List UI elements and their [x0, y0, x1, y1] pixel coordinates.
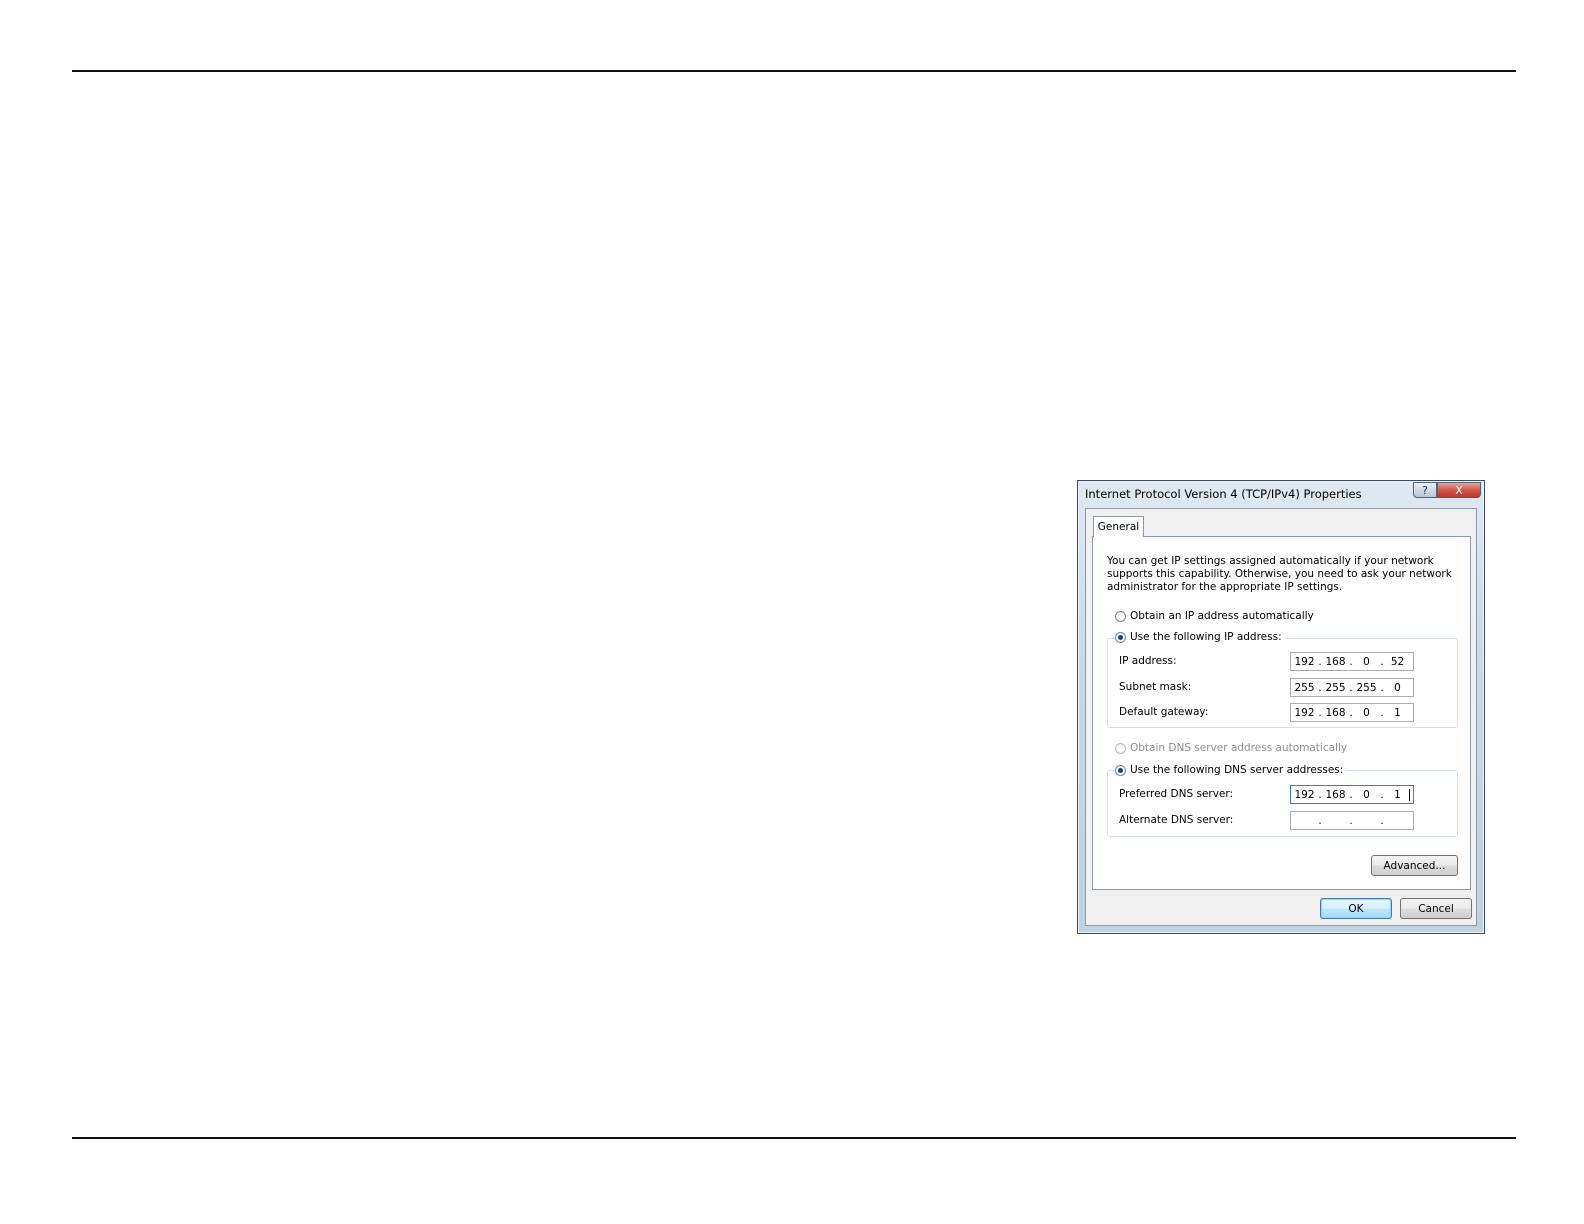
- use-dns-manual-label: Use the following DNS server addresses:: [1130, 764, 1344, 776]
- use-dns-manual-option[interactable]: Use the following DNS server addresses:: [1115, 764, 1347, 776]
- pdns-octet-4: 1: [1394, 788, 1401, 801]
- bottom-rule: [72, 1137, 1516, 1139]
- advanced-button[interactable]: Advanced...: [1371, 855, 1458, 876]
- gw-octet-4: 1: [1394, 706, 1401, 719]
- use-ip-manual-radio[interactable]: [1115, 631, 1126, 643]
- preferred-dns-input[interactable]: 192. 168. 0. 1: [1290, 785, 1414, 804]
- ip-octet-1: 192: [1294, 655, 1315, 668]
- gw-octet-2: 168: [1325, 706, 1346, 719]
- use-dns-manual-radio[interactable]: [1115, 764, 1126, 776]
- obtain-ip-auto-option[interactable]: Obtain an IP address automatically: [1115, 610, 1317, 622]
- ok-button[interactable]: OK: [1320, 898, 1392, 919]
- alternate-dns-input[interactable]: . . .: [1290, 811, 1414, 830]
- dialog-body: General You can get IP settings assigned…: [1085, 508, 1477, 926]
- dot-separator: .: [1380, 814, 1384, 827]
- default-gateway-label: Default gateway:: [1119, 706, 1209, 718]
- description-text: You can get IP settings assigned automat…: [1107, 555, 1452, 593]
- dot-separator: .: [1318, 814, 1322, 827]
- ip-octet-3: 0: [1363, 655, 1370, 668]
- gw-octet-3: 0: [1363, 706, 1370, 719]
- alternate-dns-label: Alternate DNS server:: [1119, 814, 1234, 826]
- help-icon: ?: [1422, 483, 1428, 497]
- gw-octet-1: 192: [1294, 706, 1315, 719]
- mask-octet-2: 255: [1325, 681, 1346, 694]
- subnet-mask-input[interactable]: 255. 255. 255. 0: [1290, 678, 1414, 697]
- use-ip-manual-option[interactable]: Use the following IP address:: [1115, 631, 1285, 643]
- subnet-mask-label: Subnet mask:: [1119, 681, 1192, 693]
- obtain-ip-auto-radio[interactable]: [1115, 610, 1126, 622]
- ip-address-label: IP address:: [1119, 655, 1177, 667]
- obtain-dns-auto-label: Obtain DNS server address automatically: [1130, 742, 1348, 754]
- tab-general[interactable]: General: [1093, 516, 1144, 537]
- obtain-dns-auto-radio[interactable]: [1115, 742, 1126, 754]
- top-rule: [72, 70, 1516, 72]
- text-caret: [1409, 788, 1410, 801]
- help-button[interactable]: ?: [1413, 482, 1437, 498]
- obtain-dns-auto-option[interactable]: Obtain DNS server address automatically: [1115, 742, 1351, 754]
- dialog-title: Internet Protocol Version 4 (TCP/IPv4) P…: [1085, 487, 1362, 501]
- mask-octet-4: 0: [1394, 681, 1401, 694]
- pdns-octet-3: 0: [1363, 788, 1370, 801]
- ip-octet-2: 168: [1325, 655, 1346, 668]
- close-button[interactable]: X: [1437, 482, 1481, 498]
- preferred-dns-label: Preferred DNS server:: [1119, 788, 1234, 800]
- dot-separator: .: [1349, 814, 1353, 827]
- obtain-ip-auto-label: Obtain an IP address automatically: [1130, 610, 1314, 622]
- use-ip-manual-label: Use the following IP address:: [1130, 631, 1282, 643]
- close-icon: X: [1455, 483, 1463, 497]
- ip-address-input[interactable]: 192. 168. 0. 52: [1290, 652, 1414, 671]
- mask-octet-1: 255: [1294, 681, 1315, 694]
- default-gateway-input[interactable]: 192. 168. 0. 1: [1290, 703, 1414, 722]
- ip-octet-4: 52: [1390, 655, 1405, 668]
- cancel-button[interactable]: Cancel: [1400, 898, 1472, 919]
- tcpip-properties-dialog: Internet Protocol Version 4 (TCP/IPv4) P…: [1077, 480, 1485, 934]
- pdns-octet-2: 168: [1325, 788, 1346, 801]
- general-panel: You can get IP settings assigned automat…: [1092, 536, 1471, 890]
- mask-octet-3: 255: [1356, 681, 1377, 694]
- pdns-octet-1: 192: [1294, 788, 1315, 801]
